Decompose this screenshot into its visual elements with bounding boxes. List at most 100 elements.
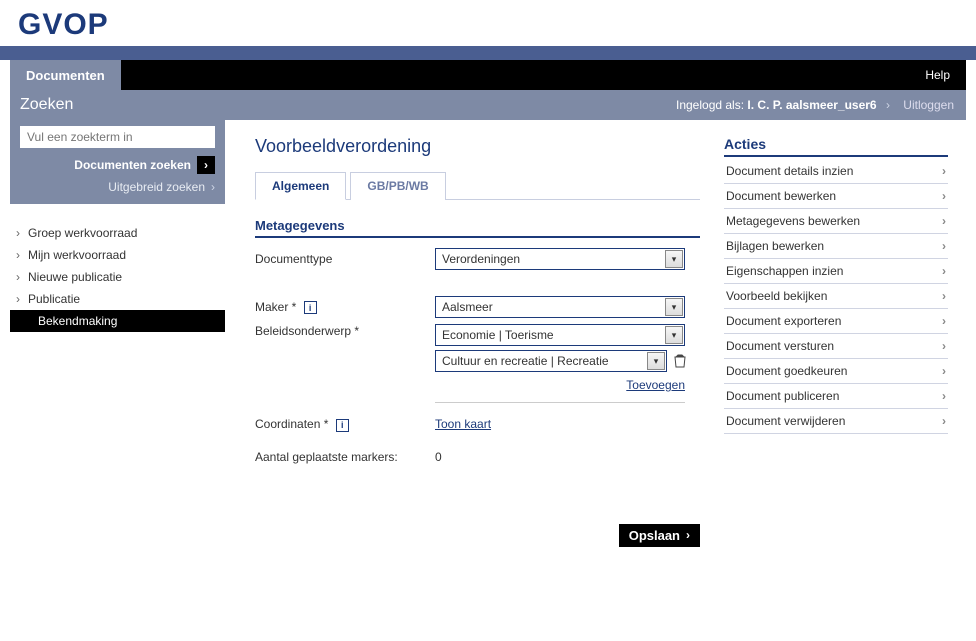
- select-value: Cultuur en recreatie | Recreatie: [436, 354, 646, 368]
- label-coordinaten: Coordinaten * i: [255, 417, 435, 432]
- divider: [435, 402, 685, 403]
- advanced-search-link[interactable]: Uitgebreid zoeken ›: [20, 180, 215, 194]
- action-eigenschappen[interactable]: Eigenschappen inzien›: [724, 259, 948, 284]
- select-documenttype[interactable]: Verordeningen ▾: [435, 248, 685, 270]
- tab-bar: Documenten Help: [10, 60, 966, 90]
- chevron-right-icon: ›: [942, 339, 946, 353]
- search-input[interactable]: [20, 126, 215, 148]
- tab-label: Documenten: [26, 68, 105, 83]
- action-label: Bijlagen bewerken: [726, 239, 824, 253]
- select-beleidsonderwerp-2[interactable]: Cultuur en recreatie | Recreatie ▾: [435, 350, 667, 372]
- sidebar-item-mijn[interactable]: Mijn werkvoorraad: [10, 244, 225, 266]
- zoeken-title: Zoeken: [10, 96, 225, 114]
- select-maker[interactable]: Aalsmeer ▾: [435, 296, 685, 318]
- row-maker: Maker * i Aalsmeer ▾: [255, 296, 700, 318]
- select-value: Aalsmeer: [436, 300, 664, 314]
- main: Voorbeeldverordening Algemeen GB/PB/WB M…: [225, 120, 966, 577]
- save-row: Opslaan ›: [255, 524, 700, 547]
- actions-title: Acties: [724, 136, 948, 157]
- action-exporteren[interactable]: Document exporteren›: [724, 309, 948, 334]
- actions-panel: Acties Document details inzien › Document…: [724, 136, 948, 547]
- chevron-right-icon: ›: [942, 214, 946, 228]
- search-button-label: Documenten zoeken: [74, 158, 191, 172]
- action-label: Document verwijderen: [726, 414, 845, 428]
- action-label: Document bewerken: [726, 189, 836, 203]
- chevron-down-icon: ▾: [647, 352, 665, 370]
- arrow-right-icon: ›: [686, 528, 690, 542]
- action-verwijderen[interactable]: Document verwijderen ›: [724, 409, 948, 434]
- action-label: Document versturen: [726, 339, 834, 353]
- info-icon[interactable]: i: [304, 301, 317, 314]
- action-versturen[interactable]: Document versturen ›: [724, 334, 948, 359]
- sidebar-item-publicatie[interactable]: Publicatie: [10, 288, 225, 310]
- select-beleidsonderwerp-1[interactable]: Economie | Toerisme ▾: [435, 324, 685, 346]
- sidebar-item-bekendmaking[interactable]: Bekendmaking: [10, 310, 225, 332]
- action-label: Document goedkeuren: [726, 364, 847, 378]
- chevron-right-icon: ›: [942, 189, 946, 203]
- row-documenttype: Documenttype Verordeningen ▾: [255, 248, 700, 270]
- chevron-right-icon: ›: [942, 289, 946, 303]
- info-icon[interactable]: i: [336, 419, 349, 432]
- chevron-right-icon: ›: [942, 414, 946, 428]
- save-button[interactable]: Opslaan ›: [619, 524, 700, 547]
- search-button[interactable]: Documenten zoeken ›: [20, 156, 215, 174]
- tab-spacer: [121, 60, 910, 90]
- tab-label: Algemeen: [272, 179, 329, 193]
- subheader: Zoeken Ingelogd als: I. C. P. aalsmeer_u…: [10, 90, 966, 120]
- action-metagegevens[interactable]: Metagegevens bewerken ›: [724, 209, 948, 234]
- action-bewerken[interactable]: Document bewerken ›: [724, 184, 948, 209]
- sidebar-item-label: Publicatie: [28, 292, 80, 306]
- sidebar-nav: Groep werkvoorraad Mijn werkvoorraad Nie…: [10, 204, 225, 332]
- logout-link[interactable]: Uitloggen: [903, 98, 954, 112]
- select-value: Economie | Toerisme: [436, 328, 664, 342]
- label-markers: Aantal geplaatste markers:: [255, 450, 435, 464]
- chevron-down-icon: ▾: [665, 250, 683, 268]
- main-content: Voorbeeldverordening Algemeen GB/PB/WB M…: [255, 136, 724, 547]
- toevoegen-link[interactable]: Toevoegen: [626, 378, 685, 392]
- sidebar-item-label: Groep werkvoorraad: [28, 226, 137, 240]
- tabstrip: Algemeen GB/PB/WB: [255, 171, 700, 200]
- advanced-search-label: Uitgebreid zoeken: [108, 180, 205, 194]
- arrow-right-icon: ›: [197, 156, 215, 174]
- sidebar-item-nieuwe[interactable]: Nieuwe publicatie: [10, 266, 225, 288]
- blue-band: [0, 46, 976, 60]
- chevron-right-icon: ›: [942, 164, 946, 178]
- page-title: Voorbeeldverordening: [255, 136, 700, 157]
- logo-bar: GVOP: [0, 0, 976, 46]
- row-markers: Aantal geplaatste markers: 0: [255, 450, 700, 464]
- logged-in-prefix: Ingelogd als:: [676, 98, 744, 112]
- sidebar-item-groep[interactable]: Groep werkvoorraad: [10, 222, 225, 244]
- save-label: Opslaan: [629, 528, 680, 543]
- chevron-right-icon: ›: [942, 239, 946, 253]
- help-link[interactable]: Help: [909, 60, 966, 90]
- sidebar: Documenten zoeken › Uitgebreid zoeken › …: [10, 120, 225, 577]
- sidebar-item-label: Bekendmaking: [38, 314, 117, 328]
- label-beleidsonderwerp: Beleidsonderwerp *: [255, 324, 435, 338]
- action-goedkeuren[interactable]: Document goedkeuren ›: [724, 359, 948, 384]
- toon-kaart-link[interactable]: Toon kaart: [435, 417, 491, 431]
- chevron-right-icon: ›: [886, 98, 890, 112]
- tab-gbpbwb[interactable]: GB/PB/WB: [350, 172, 445, 200]
- chevron-right-icon: ›: [942, 389, 946, 403]
- logged-in-user: I. C. P. aalsmeer_user6: [747, 98, 876, 112]
- action-label: Document details inzien: [726, 164, 853, 178]
- action-voorbeeld[interactable]: Voorbeeld bekijken›: [724, 284, 948, 309]
- chevron-right-icon: ›: [942, 264, 946, 278]
- action-details[interactable]: Document details inzien ›: [724, 159, 948, 184]
- action-label: Metagegevens bewerken: [726, 214, 860, 228]
- label-text: Maker *: [255, 300, 296, 314]
- trash-icon[interactable]: [673, 354, 687, 368]
- action-bijlagen[interactable]: Bijlagen bewerken ›: [724, 234, 948, 259]
- action-publiceren[interactable]: Document publiceren ›: [724, 384, 948, 409]
- chevron-right-icon: ›: [942, 364, 946, 378]
- help-label: Help: [925, 68, 950, 82]
- tab-documenten[interactable]: Documenten: [10, 60, 121, 90]
- chevron-down-icon: ▾: [665, 298, 683, 316]
- action-label: Document publiceren: [726, 389, 839, 403]
- row-coordinaten: Coordinaten * i Toon kaart: [255, 417, 700, 432]
- markers-value: 0: [435, 450, 442, 464]
- sidebar-item-label: Nieuwe publicatie: [28, 270, 122, 284]
- label-maker: Maker * i: [255, 300, 435, 315]
- section-metagegevens: Metagegevens: [255, 218, 700, 238]
- tab-algemeen[interactable]: Algemeen: [255, 172, 346, 200]
